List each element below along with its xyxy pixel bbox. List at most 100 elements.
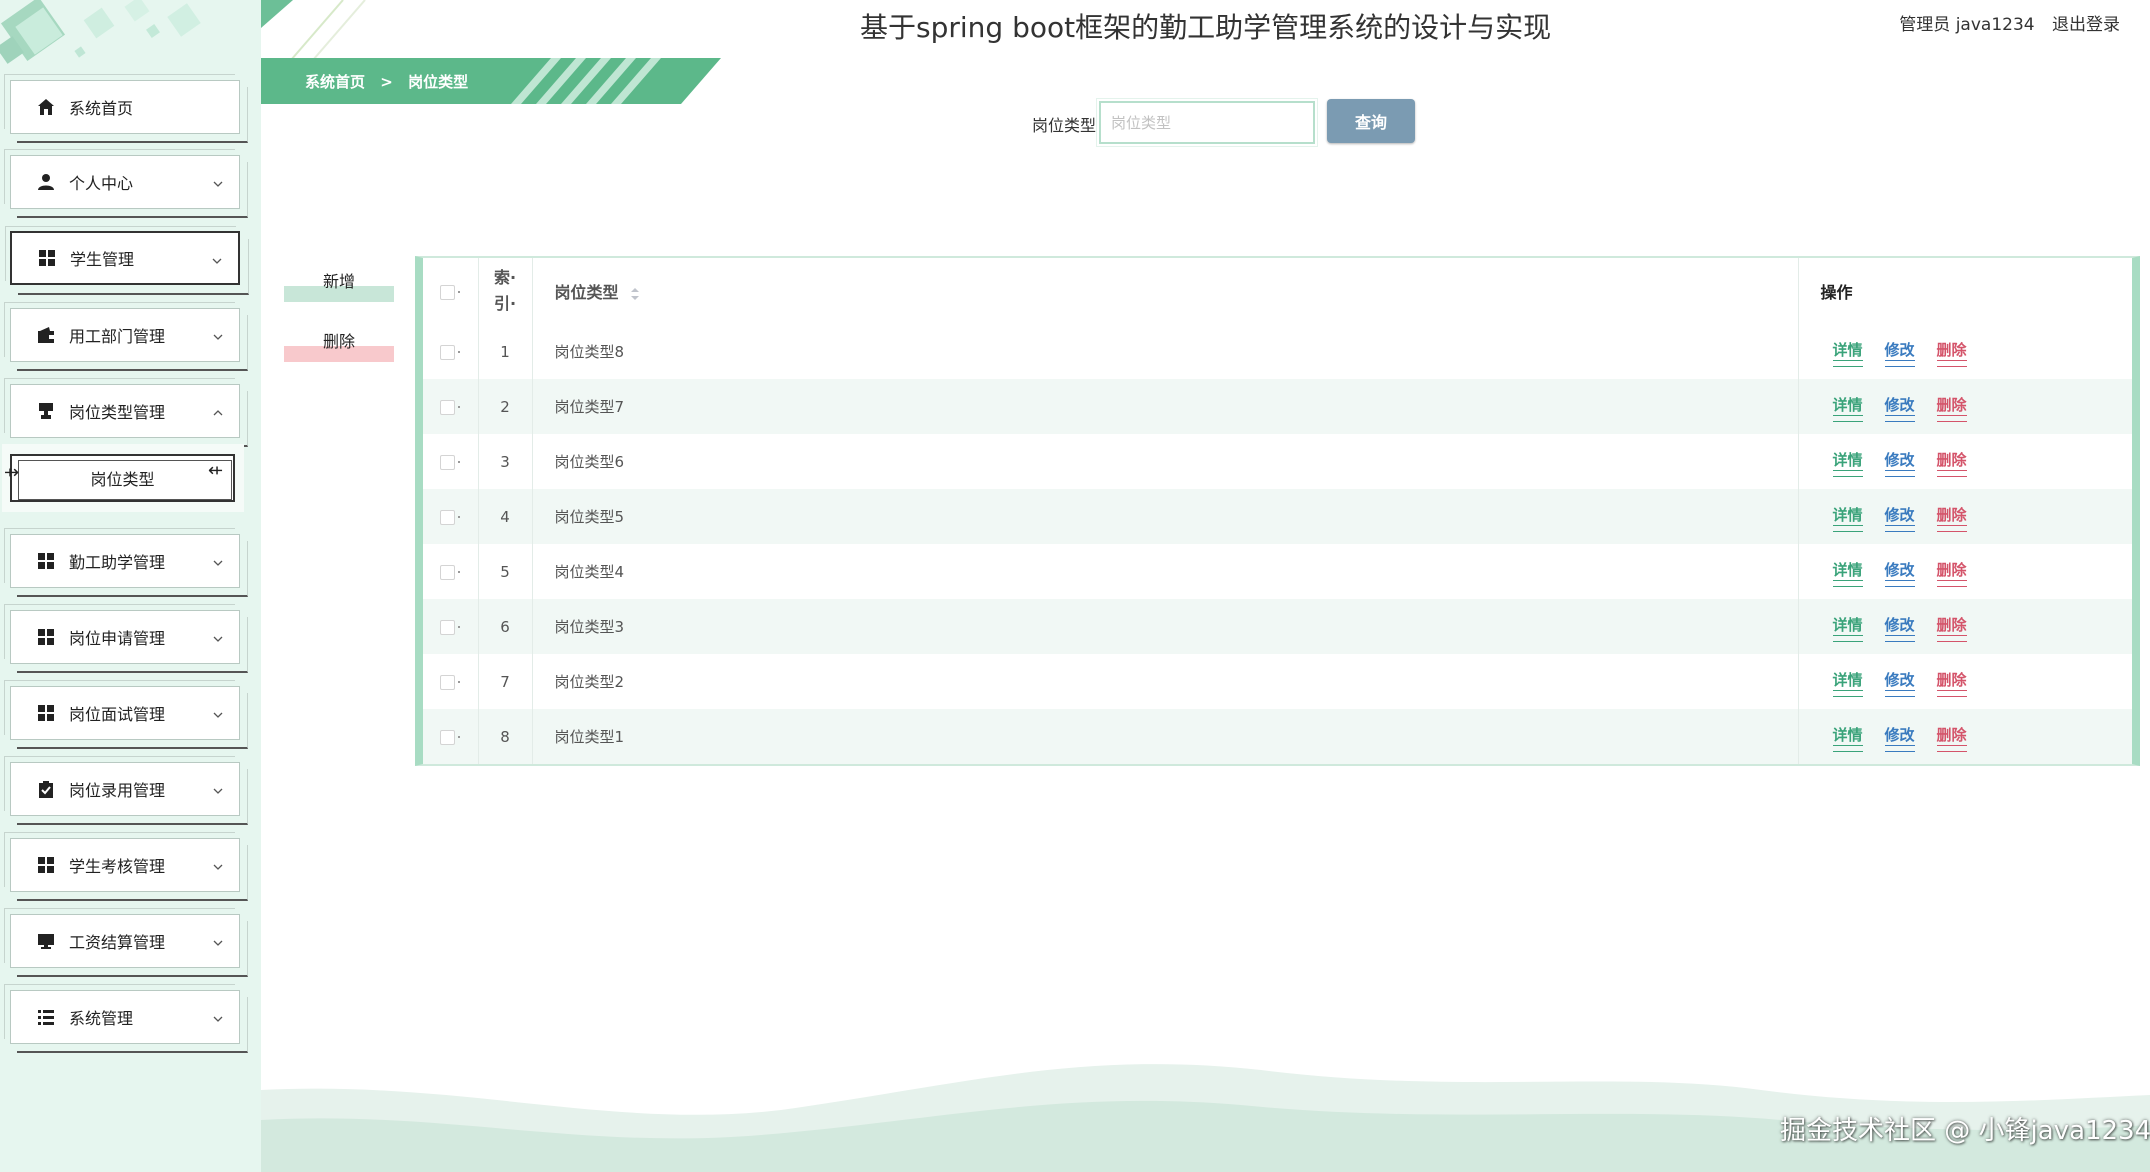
breadcrumb: 系统首页 > 岗位类型 bbox=[261, 58, 721, 104]
row-name: 岗位类型6 bbox=[532, 434, 1799, 489]
table-row: 2 岗位类型7 详情 修改 删除 bbox=[423, 379, 2132, 434]
app-title: 基于spring boot框架的勤工助学管理系统的设计与实现 bbox=[860, 11, 1552, 44]
chevron-down-icon bbox=[212, 251, 222, 264]
breadcrumb-current: 岗位类型 bbox=[408, 73, 469, 91]
sidebar-item-10[interactable]: 学生考核管理 bbox=[4, 832, 248, 901]
detail-button[interactable]: 详情 bbox=[1832, 339, 1863, 367]
row-name: 岗位类型7 bbox=[532, 379, 1799, 434]
row-select-cell bbox=[423, 324, 479, 379]
edit-button[interactable]: 修改 bbox=[1884, 669, 1915, 697]
edit-button[interactable]: 修改 bbox=[1884, 394, 1915, 422]
sidebar-item-12[interactable]: 系统管理 bbox=[4, 984, 248, 1053]
row-checkbox[interactable] bbox=[440, 619, 456, 635]
submenu-item-job-type[interactable]: 岗位类型 bbox=[10, 454, 235, 502]
add-button-label: 新增 bbox=[322, 272, 355, 291]
grid-icon bbox=[37, 552, 55, 570]
row-ops: 详情 修改 删除 bbox=[1798, 489, 2132, 544]
chevron-down-icon bbox=[213, 781, 223, 794]
edit-button[interactable]: 修改 bbox=[1884, 559, 1915, 587]
chevron-down-icon bbox=[213, 174, 223, 187]
search-button[interactable]: 查询 bbox=[1327, 99, 1415, 143]
sidebar-item-4[interactable]: 用工部门管理 bbox=[4, 302, 248, 371]
arrow-left-icon: ⇷ bbox=[208, 460, 224, 481]
checkbox-dot bbox=[458, 461, 461, 463]
row-checkbox[interactable] bbox=[440, 454, 456, 470]
delete-button[interactable]: 删除 bbox=[1936, 449, 1967, 477]
sidebar-item-1[interactable]: 系统首页 bbox=[4, 74, 248, 143]
detail-button[interactable]: 详情 bbox=[1832, 724, 1863, 752]
row-name: 岗位类型8 bbox=[532, 324, 1799, 379]
checkbox-dot bbox=[458, 626, 461, 628]
detail-button[interactable]: 详情 bbox=[1832, 504, 1863, 532]
row-ops: 详情 修改 删除 bbox=[1798, 599, 2132, 654]
name-header[interactable]: 岗位类型 bbox=[532, 258, 1799, 324]
index-header-line2: 引· bbox=[493, 294, 517, 313]
sidebar-item-label: 学生管理 bbox=[70, 250, 135, 269]
delete-button[interactable]: 删除 bbox=[1936, 669, 1967, 697]
table-row: 6 岗位类型3 详情 修改 删除 bbox=[423, 599, 2132, 654]
header-user-area: 管理员 java1234 退出登录 bbox=[1887, 10, 2120, 35]
sidebar-item-6[interactable]: 勤工助学管理 bbox=[4, 528, 248, 597]
sidebar-item-7[interactable]: 岗位申请管理 bbox=[4, 604, 248, 673]
row-checkbox[interactable] bbox=[440, 674, 456, 690]
select-all-checkbox[interactable] bbox=[440, 284, 456, 300]
name-header-label: 岗位类型 bbox=[554, 283, 619, 302]
chevron-down-icon bbox=[213, 327, 223, 340]
edit-button[interactable]: 修改 bbox=[1884, 339, 1915, 367]
index-header: 索· 引· bbox=[478, 258, 533, 324]
delete-button[interactable]: 删除 bbox=[1936, 559, 1967, 587]
checkbox-dot bbox=[458, 681, 461, 683]
index-header-line1: 索· bbox=[493, 268, 517, 287]
search-label: 岗位类型 bbox=[1032, 116, 1097, 135]
checkbox-dot bbox=[458, 736, 461, 738]
sidebar-item-3[interactable]: 学生管理 bbox=[5, 226, 249, 295]
row-select-cell bbox=[423, 544, 479, 599]
delete-button[interactable]: 删除 bbox=[1936, 614, 1967, 642]
row-checkbox[interactable] bbox=[440, 509, 456, 525]
checkbox-dot bbox=[458, 351, 461, 353]
sidebar-item-2[interactable]: 个人中心 bbox=[4, 149, 248, 218]
row-checkbox[interactable] bbox=[440, 399, 456, 415]
row-ops: 详情 修改 删除 bbox=[1798, 379, 2132, 434]
sort-icon[interactable] bbox=[630, 287, 640, 301]
sidebar-item-9[interactable]: 岗位录用管理 bbox=[4, 756, 248, 825]
table-header-row: 索· 引· 岗位类型 操作 bbox=[423, 258, 2132, 324]
row-checkbox[interactable] bbox=[440, 344, 456, 360]
delete-button[interactable]: 删除 bbox=[1936, 394, 1967, 422]
batch-delete-button[interactable]: 删除 bbox=[284, 330, 394, 362]
logout-link[interactable]: 退出登录 bbox=[2052, 15, 2120, 35]
detail-button[interactable]: 详情 bbox=[1832, 559, 1863, 587]
sidebar-item-label: 个人中心 bbox=[69, 174, 134, 193]
edit-button[interactable]: 修改 bbox=[1884, 724, 1915, 752]
edit-button[interactable]: 修改 bbox=[1884, 504, 1915, 532]
detail-button[interactable]: 详情 bbox=[1832, 669, 1863, 697]
delete-button[interactable]: 删除 bbox=[1936, 339, 1967, 367]
breadcrumb-home[interactable]: 系统首页 bbox=[305, 73, 365, 91]
delete-button[interactable]: 删除 bbox=[1936, 724, 1967, 752]
search-input[interactable] bbox=[1096, 98, 1318, 147]
grid-icon bbox=[37, 628, 55, 646]
row-checkbox[interactable] bbox=[440, 729, 456, 745]
edit-button[interactable]: 修改 bbox=[1884, 614, 1915, 642]
detail-button[interactable]: 详情 bbox=[1832, 614, 1863, 642]
add-button[interactable]: 新增 bbox=[284, 270, 394, 302]
sidebar-item-11[interactable]: 工资结算管理 bbox=[4, 908, 248, 977]
row-name: 岗位类型1 bbox=[532, 709, 1799, 764]
sidebar-decoration bbox=[0, 0, 201, 64]
row-ops: 详情 修改 删除 bbox=[1798, 654, 2132, 709]
sidebar-item-5[interactable]: 岗位类型管理 bbox=[4, 378, 248, 447]
row-ops: 详情 修改 删除 bbox=[1798, 324, 2132, 379]
grid-icon bbox=[38, 249, 56, 267]
row-checkbox[interactable] bbox=[440, 564, 456, 580]
breadcrumb-separator: > bbox=[380, 73, 393, 91]
row-index: 2 bbox=[478, 379, 533, 434]
row-name: 岗位类型5 bbox=[532, 489, 1799, 544]
header-decoration bbox=[261, 0, 366, 60]
edit-button[interactable]: 修改 bbox=[1884, 449, 1915, 477]
delete-button[interactable]: 删除 bbox=[1936, 504, 1967, 532]
detail-button[interactable]: 详情 bbox=[1832, 449, 1863, 477]
chevron-down-icon bbox=[213, 553, 223, 566]
detail-button[interactable]: 详情 bbox=[1832, 394, 1863, 422]
row-name: 岗位类型2 bbox=[532, 654, 1799, 709]
sidebar-item-8[interactable]: 岗位面试管理 bbox=[4, 680, 248, 749]
